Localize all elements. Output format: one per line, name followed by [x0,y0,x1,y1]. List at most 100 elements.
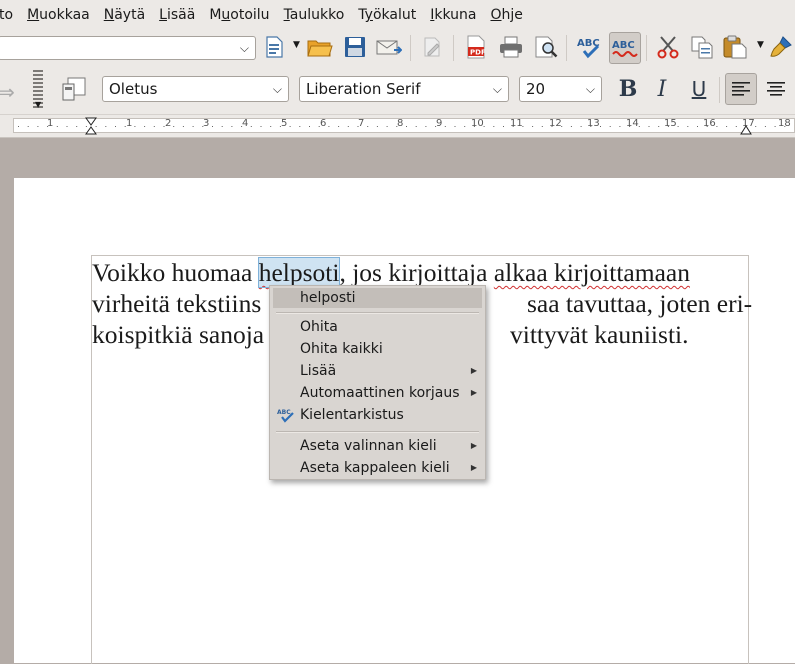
cut-button[interactable] [654,33,682,61]
set-paragraph-language-item[interactable]: Aseta kappaleen kieli ▶ [270,457,485,479]
ruler-tick [76,126,78,127]
ignore-all-label: Ohita kaikki [300,341,383,357]
add-to-dictionary-item[interactable]: Lisää ▶ [270,360,485,382]
menu-insert[interactable]: Lisää [159,7,195,23]
ruler-tick [27,126,29,127]
ignore-label: Ohita [300,319,338,335]
left-indent-marker[interactable] [85,117,97,135]
separator [719,77,720,103]
ruler-number: 16 [703,118,716,129]
separator [453,35,454,61]
email-button[interactable] [375,33,403,61]
ruler-tick [153,126,155,127]
paste-button[interactable] [721,33,749,61]
spellcheck-dialog-item[interactable]: ABC Kielentarkistus [270,404,485,426]
menu-format[interactable]: Muotoilu [209,7,269,23]
spellcheck-context-menu: helposti Ohita Ohita kaikki Lisää ▶ Autom… [269,285,486,480]
separator [410,35,411,61]
bold-button[interactable]: B [614,75,642,103]
ignore-all-item[interactable]: Ohita kaikki [270,338,485,360]
ruler-tick [638,126,640,127]
right-indent-marker[interactable] [740,125,752,135]
open-button[interactable] [306,33,334,61]
dropdown-arrow-icon[interactable]: ▼ [757,40,764,50]
printer-icon [500,36,522,58]
menu-tools[interactable]: Työkalut [358,7,416,23]
magnifier-page-icon [535,36,558,58]
ruler-tick [173,126,175,127]
svg-text:ABC: ABC [612,40,635,51]
print-preview-button[interactable] [532,33,560,61]
ignore-item[interactable]: Ohita [270,316,485,338]
paragraph-style-combo[interactable]: Oletus ⌵ [102,76,289,102]
menu-view[interactable]: Näytä [104,7,145,23]
menu-table[interactable]: Taulukko [284,7,345,23]
chevron-down-icon: ⌵ [492,82,502,96]
spellcheck-button[interactable]: ABC [575,33,603,61]
export-pdf-button[interactable]: PDF [462,33,490,61]
ruler-tick [493,126,495,127]
submenu-arrow-icon: ▶ [470,463,477,472]
ruler-tick [570,126,572,127]
suggestion-label: helposti [300,290,356,306]
text-run: virheitä tekstiins [92,289,262,318]
dropdown-arrow-icon[interactable]: ▼ [293,40,300,50]
suggestion-item[interactable]: helposti [273,288,482,308]
load-url-combo[interactable]: ⌵ [0,36,256,60]
ruler-number: 9 [436,118,443,129]
font-size-combo[interactable]: 20 ⌵ [519,76,602,102]
ruler-number: 7 [358,118,365,129]
set-selection-language-label: Aseta valinnan kieli [300,438,437,454]
font-size-value: 20 [526,80,546,98]
auto-spellcheck-icon: ABC [612,40,638,57]
underline-button[interactable]: U [685,75,713,103]
copy-button[interactable] [688,33,716,61]
ruler-number: 6 [320,118,327,129]
ruler-tick [221,126,223,127]
menu-edit[interactable]: Muokkaa [27,7,90,23]
submenu-arrow-icon: ▶ [470,441,477,450]
bold-icon: B [618,76,638,102]
set-selection-language-item[interactable]: Aseta valinnan kieli ▶ [270,435,485,457]
ruler-tick [735,126,737,127]
styles-button[interactable] [60,75,88,103]
edit-mode-button[interactable] [418,33,446,61]
horizontal-ruler[interactable]: 1 1 2 3 4 5 6 7 8 9 10 11 12 13 14 15 16… [0,115,795,138]
menu-help[interactable]: Ohje [490,7,522,23]
ruler-tick [309,126,310,127]
align-left-button[interactable] [725,73,757,105]
ruler-number: 4 [242,118,249,129]
ruler-tick [299,126,301,127]
ruler-tick [755,126,757,127]
styles-icon [62,77,86,101]
ruler-tick [192,126,194,127]
arrow-right-icon: ⇒ [0,80,15,104]
italic-button[interactable]: I [648,75,676,103]
ruler-tick [425,126,427,127]
svg-text:PDF: PDF [470,49,486,57]
ruler-tick [260,126,262,127]
align-center-button[interactable] [762,75,790,103]
menu-file[interactable]: to [0,7,13,23]
print-button[interactable] [497,33,525,61]
flagged-text[interactable]: alkaa kirjoittamaan [494,258,690,287]
misspelled-word-selected[interactable]: helpsoti [257,257,341,288]
menu-window[interactable]: Ikkuna [430,7,476,23]
menu-separator [276,431,479,433]
chevron-down-icon: ⌵ [585,82,595,96]
ruler-tick [648,126,650,127]
font-name-combo[interactable]: Liberation Serif ⌵ [299,76,509,102]
paragraph-style-value: Oletus [109,80,158,98]
floppy-disk-icon [345,37,365,57]
new-document-icon [266,36,283,58]
save-button[interactable] [341,33,369,61]
chevron-down-icon: ⌵ [239,41,249,55]
new-document-button[interactable] [260,33,288,61]
ruler-tick [56,126,58,127]
autospellcheck-button[interactable]: ABC [609,32,641,64]
autocorrect-item[interactable]: Automaattinen korjaus ▶ [270,382,485,404]
text-run: Voikko huomaa [92,258,259,287]
ruler-number: 1 [126,118,133,129]
menu-bar: to Muokkaa Näytä Lisää Muotoilu Taulukko… [0,0,795,31]
clone-formatting-button[interactable] [768,33,795,61]
